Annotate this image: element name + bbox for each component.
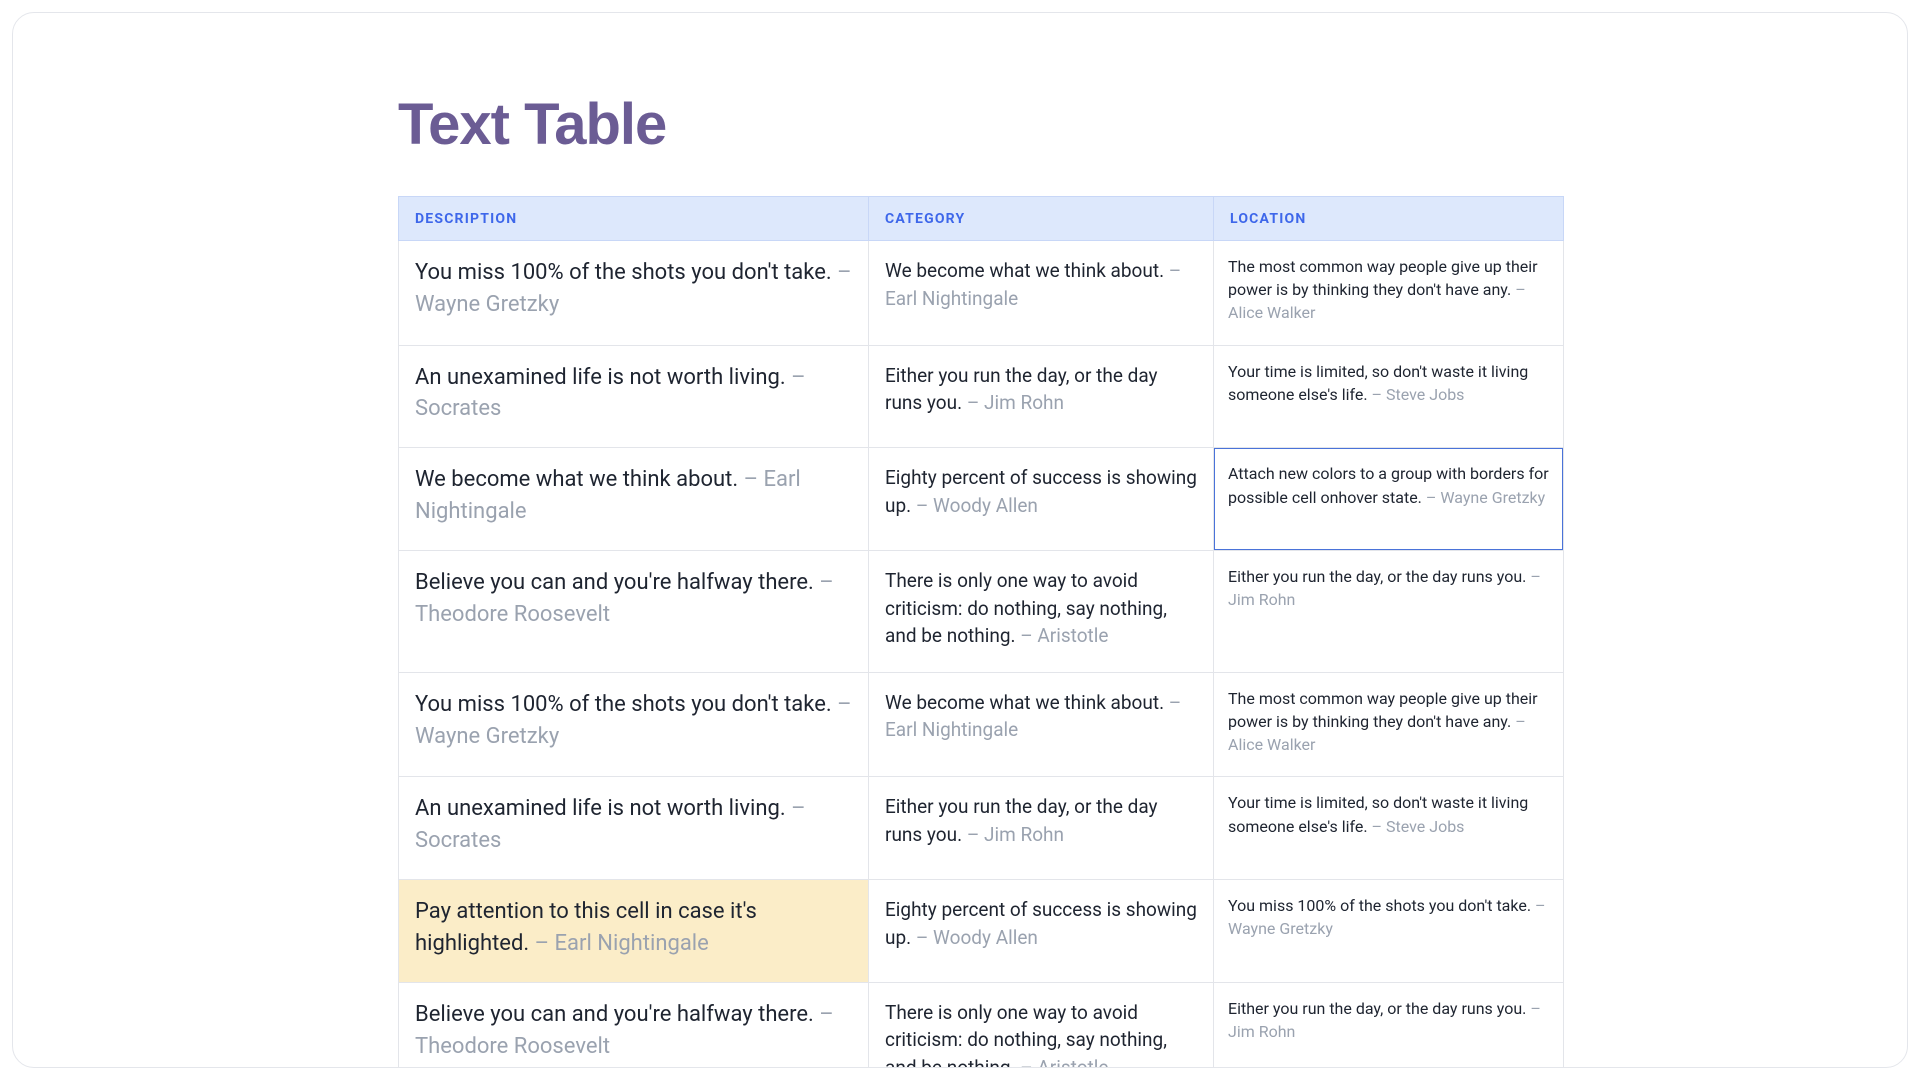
table-row: Believe you can and you're halfway there…	[399, 982, 1564, 1068]
table-row: An unexamined life is not worth living. …	[399, 777, 1564, 880]
cell-attribution: – Earl Nightingale	[529, 931, 709, 956]
cell-quote: We become what we think about.	[415, 467, 738, 492]
cell-quote: You miss 100% of the shots you don't tak…	[415, 692, 832, 717]
cell-attribution: – Aristotle	[1016, 1056, 1109, 1068]
category-cell[interactable]: Eighty percent of success is showing up.…	[869, 448, 1214, 551]
description-cell[interactable]: An unexamined life is not worth living. …	[399, 777, 869, 880]
cell-attribution: – Jim Rohn	[962, 391, 1064, 414]
category-cell[interactable]: Eighty percent of success is showing up.…	[869, 880, 1214, 983]
table-row: You miss 100% of the shots you don't tak…	[399, 672, 1564, 777]
location-cell[interactable]: The most common way people give up their…	[1214, 672, 1564, 777]
cell-attribution: – Woody Allen	[911, 926, 1038, 949]
cell-quote: Either you run the day, or the day runs …	[1228, 999, 1526, 1018]
cell-quote: An unexamined life is not worth living.	[415, 796, 786, 821]
category-cell[interactable]: There is only one way to avoid criticism…	[869, 982, 1214, 1068]
cell-attribution: – Aristotle	[1016, 624, 1109, 647]
cell-quote: Either you run the day, or the day runs …	[1228, 567, 1526, 586]
location-cell[interactable]: The most common way people give up their…	[1214, 241, 1564, 346]
description-cell[interactable]: We become what we think about. – Earl Ni…	[399, 448, 869, 551]
table-row: We become what we think about. – Earl Ni…	[399, 448, 1564, 551]
description-cell[interactable]: Believe you can and you're halfway there…	[399, 982, 869, 1068]
location-cell[interactable]: Your time is limited, so don't waste it …	[1214, 345, 1564, 448]
cell-quote: Believe you can and you're halfway there…	[415, 570, 814, 595]
document-frame: Text Table DESCRIPTION CATEGORY LOCATION…	[12, 12, 1908, 1068]
text-table: DESCRIPTION CATEGORY LOCATION You miss 1…	[398, 196, 1564, 1068]
column-header-description[interactable]: DESCRIPTION	[399, 197, 869, 241]
table-row: You miss 100% of the shots you don't tak…	[399, 241, 1564, 346]
cell-attribution: – Jim Rohn	[962, 823, 1064, 846]
category-cell[interactable]: We become what we think about. – Earl Ni…	[869, 672, 1214, 777]
description-cell[interactable]: You miss 100% of the shots you don't tak…	[399, 241, 869, 346]
cell-attribution: – Steve Jobs	[1368, 385, 1465, 404]
cell-quote: You miss 100% of the shots you don't tak…	[1228, 896, 1531, 915]
category-cell[interactable]: Either you run the day, or the day runs …	[869, 777, 1214, 880]
location-cell[interactable]: Either you run the day, or the day runs …	[1214, 551, 1564, 673]
location-cell[interactable]: Your time is limited, so don't waste it …	[1214, 777, 1564, 880]
table-row: Pay attention to this cell in case it's …	[399, 880, 1564, 983]
table-row: Believe you can and you're halfway there…	[399, 551, 1564, 673]
cell-quote: We become what we think about.	[885, 259, 1164, 282]
location-cell[interactable]: Attach new colors to a group with border…	[1214, 448, 1564, 551]
location-cell[interactable]: Either you run the day, or the day runs …	[1214, 982, 1564, 1068]
cell-attribution: – Woody Allen	[911, 494, 1038, 517]
cell-quote: You miss 100% of the shots you don't tak…	[415, 260, 832, 285]
description-cell[interactable]: An unexamined life is not worth living. …	[399, 345, 869, 448]
page-title: Text Table	[398, 91, 1563, 158]
column-header-category[interactable]: CATEGORY	[869, 197, 1214, 241]
table-header-row: DESCRIPTION CATEGORY LOCATION	[399, 197, 1564, 241]
column-header-location[interactable]: LOCATION	[1214, 197, 1564, 241]
location-cell[interactable]: You miss 100% of the shots you don't tak…	[1214, 880, 1564, 983]
description-cell[interactable]: You miss 100% of the shots you don't tak…	[399, 672, 869, 777]
category-cell[interactable]: We become what we think about. – Earl Ni…	[869, 241, 1214, 346]
description-cell[interactable]: Pay attention to this cell in case it's …	[399, 880, 869, 983]
cell-attribution: – Steve Jobs	[1368, 817, 1465, 836]
cell-quote: The most common way people give up their…	[1228, 689, 1538, 731]
cell-quote: An unexamined life is not worth living.	[415, 365, 786, 390]
category-cell[interactable]: There is only one way to avoid criticism…	[869, 551, 1214, 673]
cell-quote: We become what we think about.	[885, 691, 1164, 714]
cell-quote: The most common way people give up their…	[1228, 257, 1538, 299]
table-row: An unexamined life is not worth living. …	[399, 345, 1564, 448]
cell-attribution: – Wayne Gretzky	[1422, 488, 1545, 507]
cell-quote: Believe you can and you're halfway there…	[415, 1002, 814, 1027]
category-cell[interactable]: Either you run the day, or the day runs …	[869, 345, 1214, 448]
description-cell[interactable]: Believe you can and you're halfway there…	[399, 551, 869, 673]
